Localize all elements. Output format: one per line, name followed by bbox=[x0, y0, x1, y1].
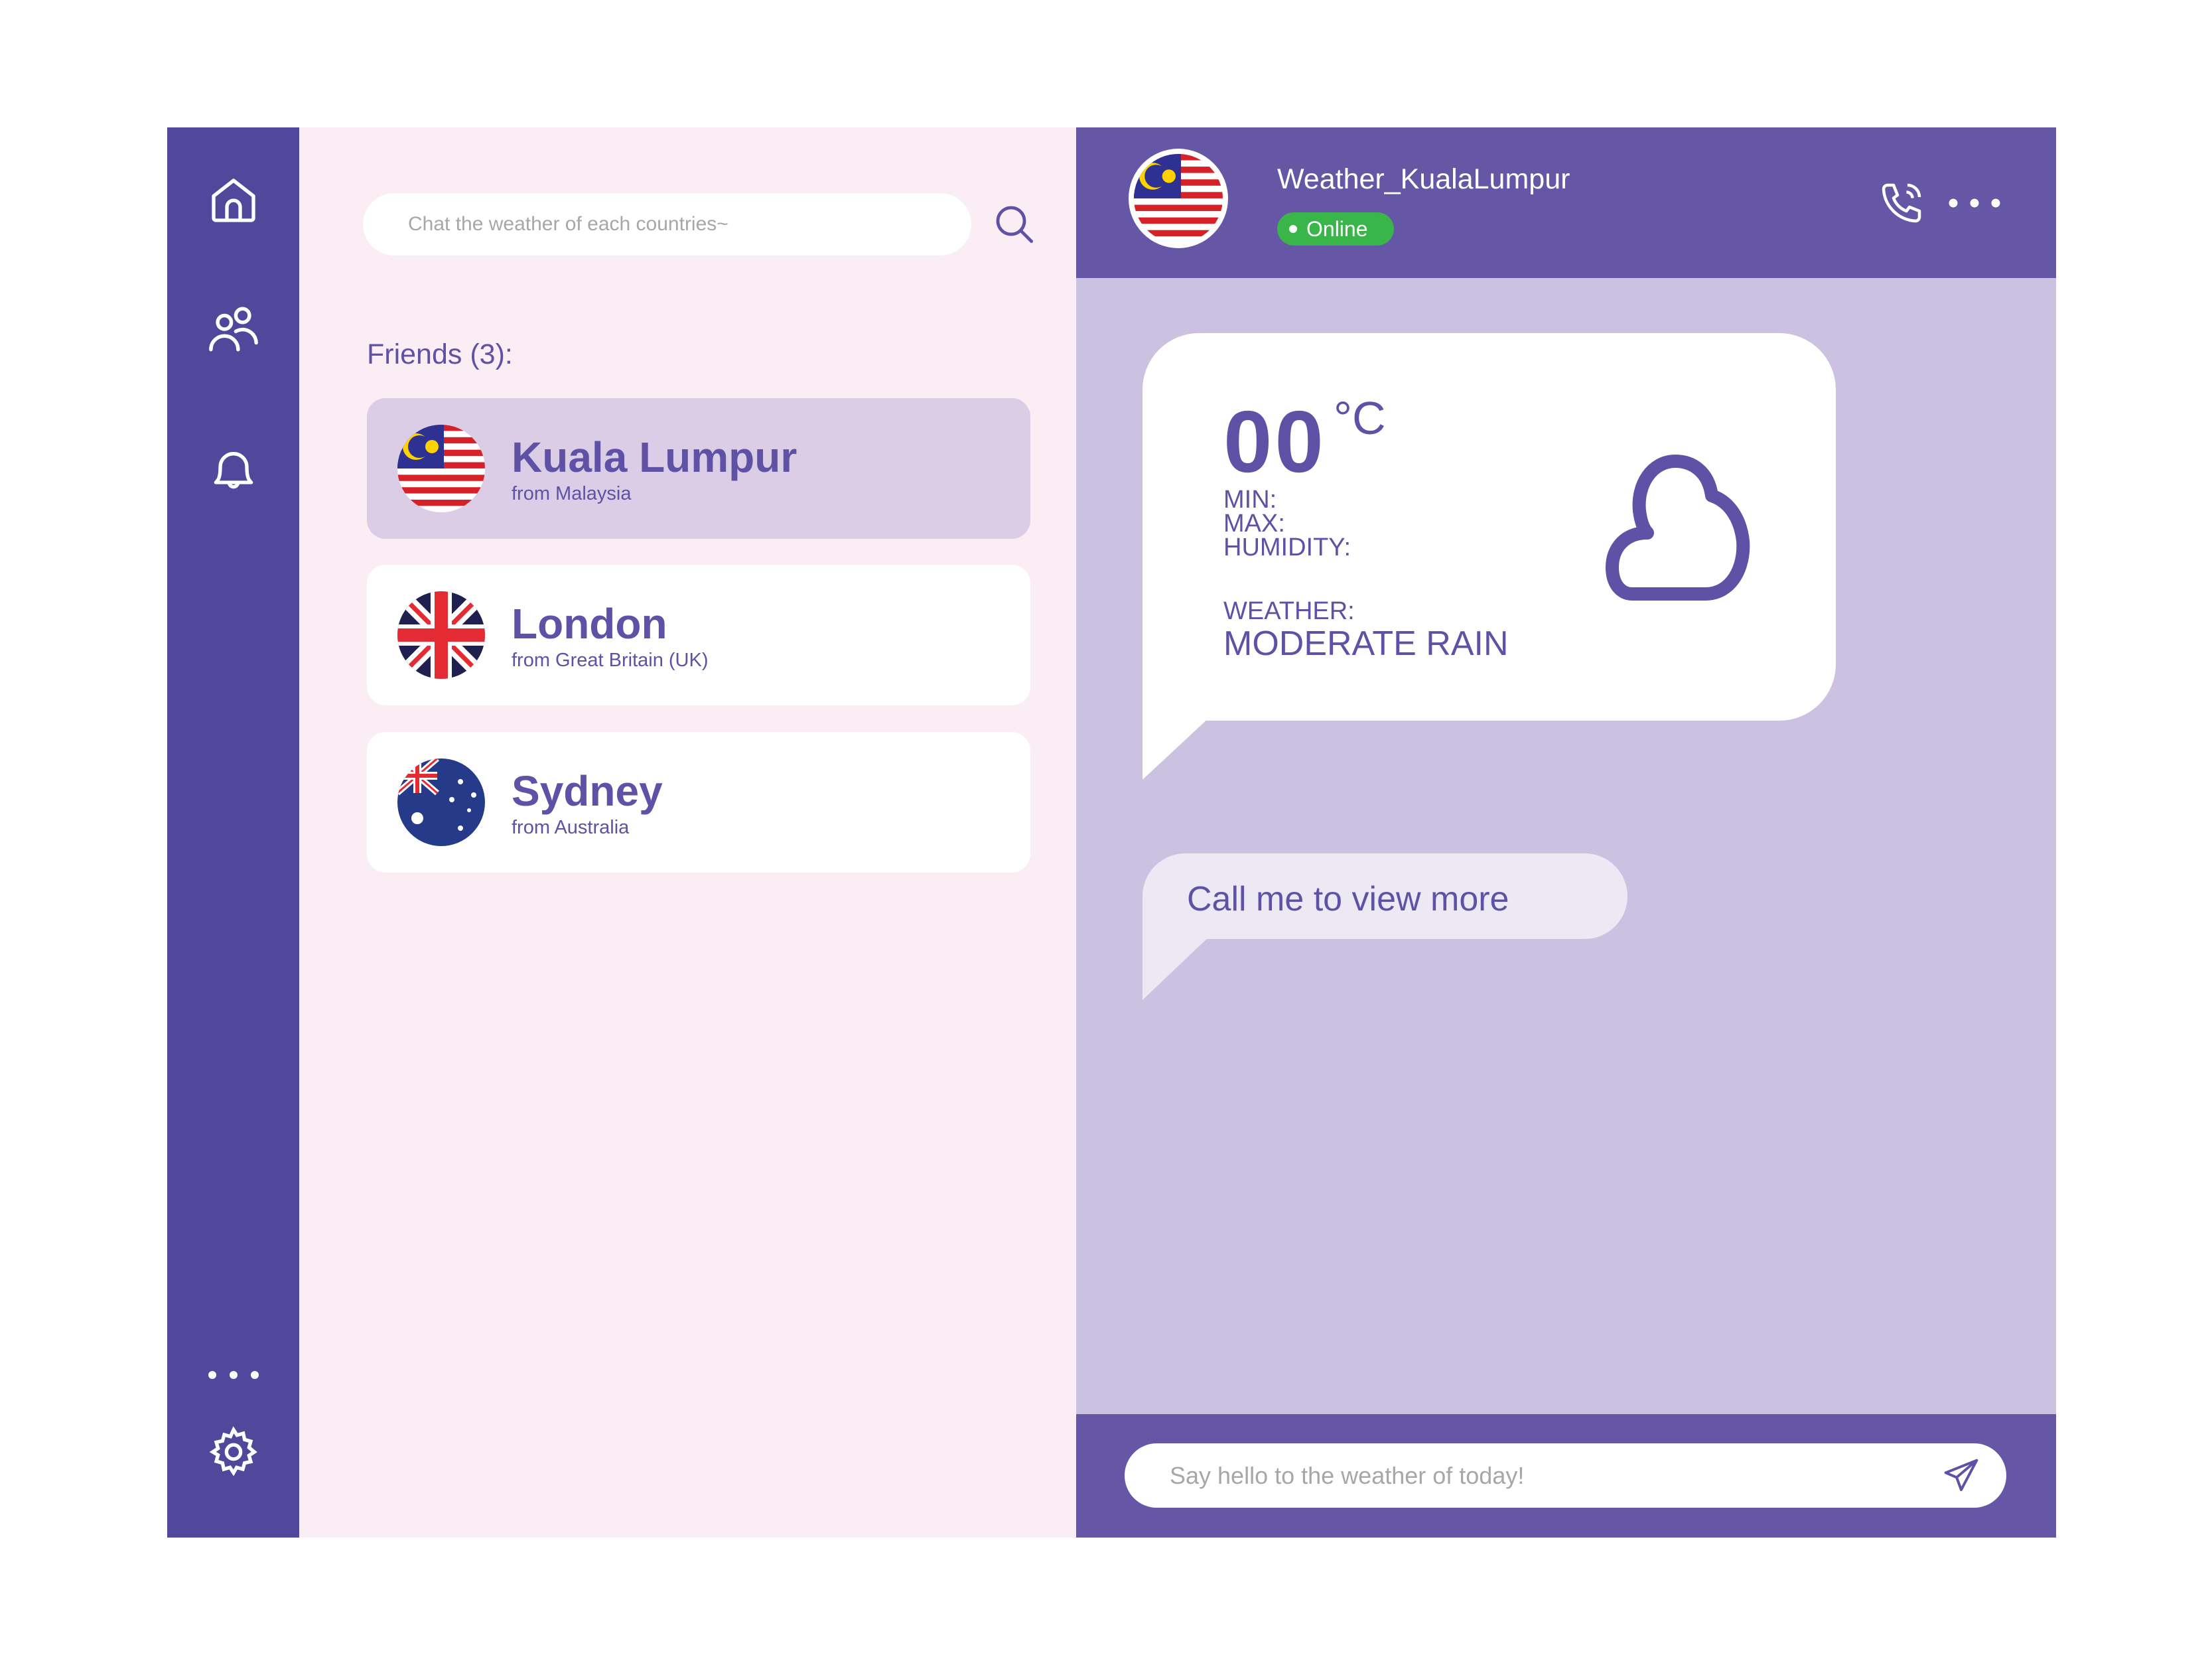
friend-country: from Australia bbox=[512, 817, 630, 838]
friend-item-london[interactable]: London from Great Britain (UK) bbox=[367, 565, 1030, 705]
max-label: MAX: bbox=[1223, 510, 1285, 538]
home-icon[interactable] bbox=[207, 174, 260, 230]
contact-avatar[interactable] bbox=[1129, 149, 1228, 248]
more-options-icon[interactable] bbox=[1948, 196, 2001, 213]
bell-icon[interactable] bbox=[207, 443, 260, 499]
message-input[interactable] bbox=[1125, 1443, 2006, 1508]
bubble-tail bbox=[1142, 717, 1210, 780]
gear-icon[interactable] bbox=[207, 1425, 260, 1482]
phone-icon[interactable] bbox=[1878, 179, 1925, 230]
weather-value: MODERATE RAIN bbox=[1223, 624, 1509, 663]
friend-name: Sydney bbox=[512, 767, 663, 815]
chat-title: Weather_KualaLumpur bbox=[1277, 163, 1570, 195]
humidity-label: HUMIDITY: bbox=[1223, 534, 1351, 561]
status-badge: Online bbox=[1277, 212, 1394, 246]
friends-count-label: Friends (3): bbox=[367, 338, 513, 370]
more-icon[interactable] bbox=[207, 1368, 260, 1385]
temperature-unit: °C bbox=[1334, 392, 1386, 444]
bubble-tail bbox=[1142, 936, 1210, 1000]
friend-name: Kuala Lumpur bbox=[512, 433, 797, 481]
malaysia-flag-icon bbox=[397, 425, 485, 512]
call-message-text: Call me to view more bbox=[1187, 880, 1509, 918]
min-label: MIN: bbox=[1223, 486, 1277, 514]
send-icon[interactable] bbox=[1943, 1457, 1980, 1498]
friend-country: from Great Britain (UK) bbox=[512, 650, 709, 671]
friend-item-kuala-lumpur[interactable]: Kuala Lumpur from Malaysia bbox=[367, 398, 1030, 539]
friend-item-sydney[interactable]: Sydney from Australia bbox=[367, 732, 1030, 873]
friends-icon[interactable] bbox=[206, 302, 261, 360]
friend-name: London bbox=[512, 600, 667, 648]
weather-label: WEATHER: bbox=[1223, 597, 1355, 625]
temperature-value: 00 bbox=[1223, 393, 1326, 490]
search-input[interactable] bbox=[363, 193, 971, 255]
australia-flag-icon bbox=[397, 758, 485, 846]
status-text: Online bbox=[1306, 217, 1368, 241]
search-icon[interactable] bbox=[993, 202, 1035, 248]
cloud-icon bbox=[1596, 455, 1755, 607]
sidebar bbox=[167, 127, 299, 1538]
uk-flag-icon bbox=[397, 591, 485, 679]
friend-country: from Malaysia bbox=[512, 483, 632, 504]
